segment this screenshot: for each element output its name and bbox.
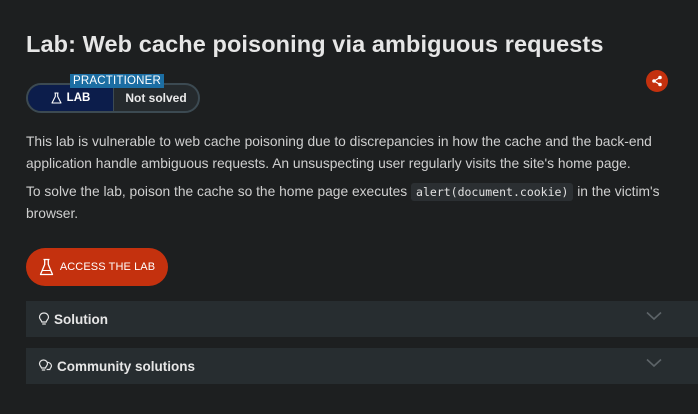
lab-page: Lab: Web cache poisoning via ambiguous r… bbox=[0, 0, 698, 414]
lab-label: LAB bbox=[66, 92, 91, 104]
status-label: Not solved bbox=[125, 91, 187, 105]
share-button[interactable] bbox=[646, 70, 668, 92]
solution-label: Solution bbox=[54, 311, 108, 327]
chevron-down-icon bbox=[646, 358, 662, 368]
community-solutions-accordion[interactable]: Community solutions bbox=[26, 348, 698, 384]
lab-type-segment: LAB bbox=[28, 85, 114, 111]
payload-code: alert(document.cookie) bbox=[411, 183, 574, 201]
solution-accordion[interactable]: Solution bbox=[26, 301, 698, 337]
lab-description: This lab is vulnerable to web cache pois… bbox=[26, 134, 652, 171]
flask-icon bbox=[51, 92, 62, 104]
share-icon bbox=[652, 75, 662, 87]
community-solutions-label: Community solutions bbox=[57, 358, 195, 374]
objective-text-start: To solve the lab, poison the cache so th… bbox=[26, 184, 412, 199]
access-lab-button[interactable]: ACCESS THE LAB bbox=[26, 248, 168, 286]
solved-status: Not solved bbox=[114, 85, 198, 111]
access-lab-label: ACCESS THE LAB bbox=[59, 261, 156, 273]
lightbulb-icon bbox=[38, 312, 50, 325]
chevron-down-icon bbox=[646, 311, 662, 321]
flask-icon bbox=[39, 258, 53, 276]
lightbulbs-icon bbox=[38, 359, 53, 371]
page-title: Lab: Web cache poisoning via ambiguous r… bbox=[26, 31, 604, 57]
lab-objective: To solve the lab, poison the cache so th… bbox=[26, 181, 666, 225]
difficulty-badge: PRACTITIONER bbox=[70, 74, 165, 88]
